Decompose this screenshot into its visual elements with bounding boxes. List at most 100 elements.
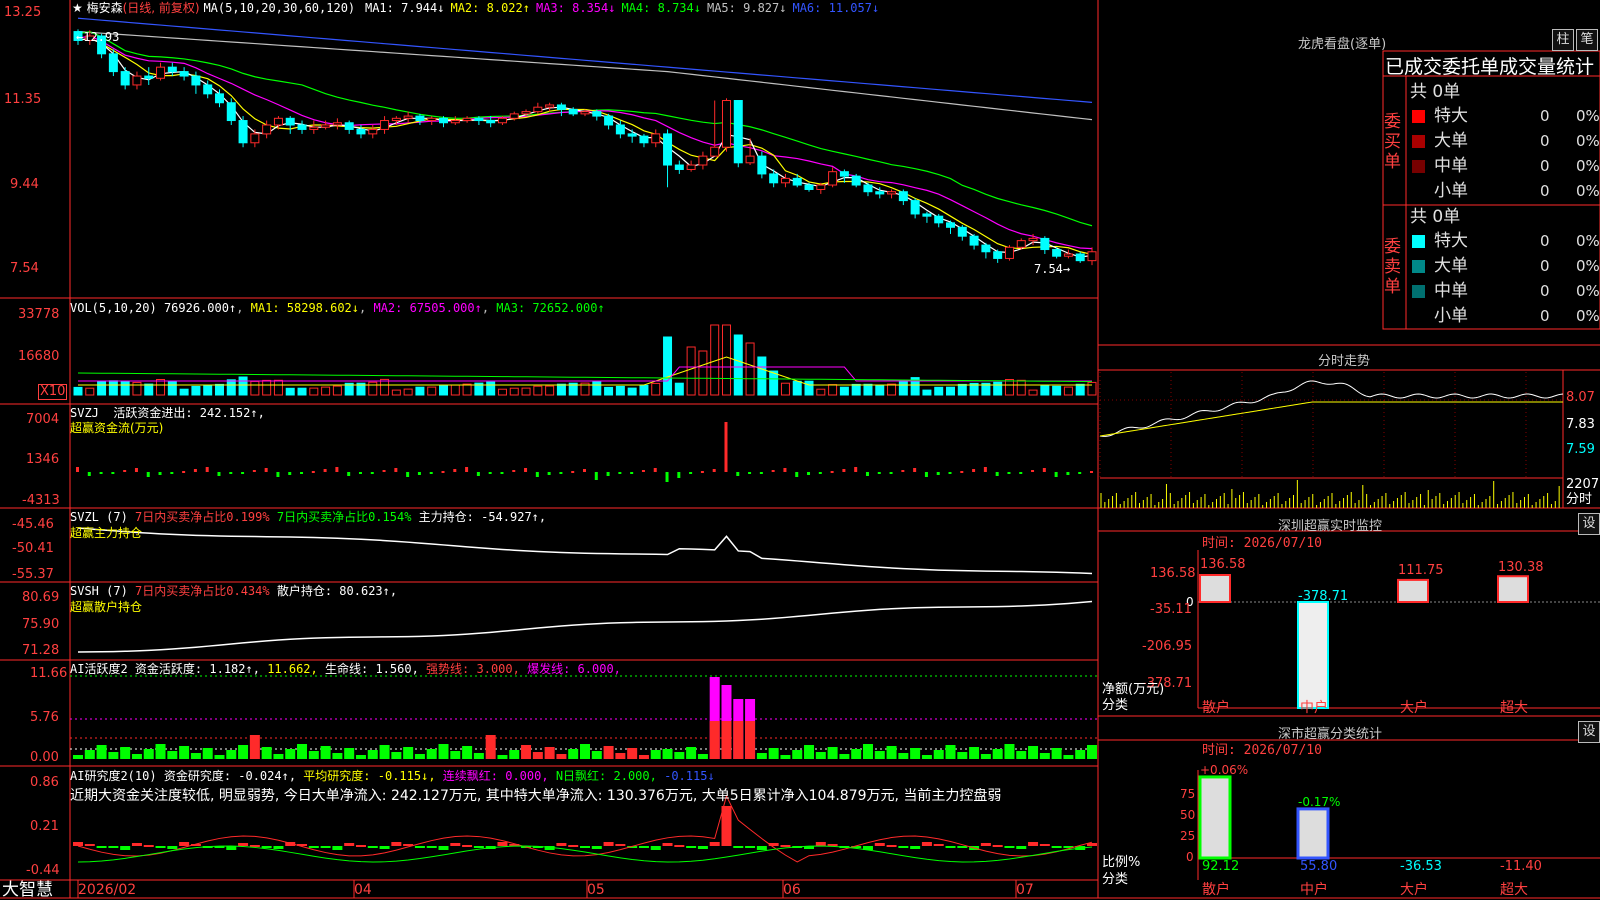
chart-canvas[interactable] bbox=[0, 0, 1600, 900]
svzj-bar-68 bbox=[877, 472, 881, 474]
ai2-bar-14 bbox=[238, 843, 249, 846]
period-label[interactable]: (日线, 前复权) bbox=[123, 1, 200, 15]
svzj-bar-12 bbox=[217, 472, 221, 476]
candle-body-86 bbox=[1087, 251, 1097, 262]
ai1-bar-31 bbox=[438, 744, 449, 759]
vol-bar-49 bbox=[651, 382, 661, 396]
vol-bar-57 bbox=[745, 342, 755, 396]
vol-header: VOL(5,10,20) 76926.000↑, MA1: 58298.602↓… bbox=[70, 301, 605, 315]
ai1-tick-2: 0.00 bbox=[30, 750, 59, 765]
sz-settings-button[interactable]: 设 bbox=[1578, 513, 1600, 535]
svzl-header: SVZL (7) 7日内买卖净占比0.199% 7日内买卖净占比0.154% 主… bbox=[70, 510, 547, 524]
candle-body-39 bbox=[533, 106, 543, 113]
svzj-bar-59 bbox=[771, 470, 775, 472]
svzj-bar-9 bbox=[182, 471, 186, 473]
tick-mode-button[interactable]: 笔 bbox=[1576, 29, 1598, 51]
ai1-bar-62 bbox=[804, 745, 815, 759]
vol-bar-3 bbox=[108, 380, 118, 396]
brand-logo[interactable]: 大智慧 bbox=[2, 880, 53, 900]
candle-body-50 bbox=[663, 133, 673, 166]
candle-body-55 bbox=[721, 100, 731, 148]
ai1-bar-4 bbox=[120, 747, 131, 759]
ai2-bar-20 bbox=[308, 846, 319, 848]
ai1-bar-19 bbox=[297, 744, 308, 759]
svzj-bar-61 bbox=[795, 472, 799, 477]
svzj-bar-38 bbox=[524, 468, 528, 472]
ss-time: 时间: 2026/07/10 bbox=[1202, 743, 1322, 758]
ai2-bar-78 bbox=[992, 845, 1003, 847]
ai1-bar-78 bbox=[992, 749, 1003, 759]
ai2-bar-31 bbox=[438, 846, 449, 850]
date-tick-0: 2026/02 bbox=[78, 882, 137, 898]
ai2-tick-0: 0.86 bbox=[30, 775, 59, 790]
sz-bar-1 bbox=[1297, 601, 1329, 709]
ai1-bar-69 bbox=[886, 746, 897, 759]
candle-body-85 bbox=[1075, 253, 1085, 262]
buy_rows-swatch-1 bbox=[1412, 135, 1425, 148]
ai1-bar-49 bbox=[650, 750, 661, 759]
vol-bar-35 bbox=[486, 381, 496, 396]
sell_rows-count-1: 0 bbox=[1540, 257, 1550, 275]
vol-bar-8 bbox=[167, 380, 177, 396]
ai1-bar-30 bbox=[426, 749, 437, 759]
ma-value-6: MA6: 11.057↓ bbox=[792, 1, 880, 15]
svzj-bar-78 bbox=[995, 472, 999, 476]
candle-body-73 bbox=[934, 215, 944, 224]
ai1-bar-48 bbox=[638, 755, 649, 759]
fs-price-line bbox=[1099, 380, 1564, 437]
ai1-bar-13 bbox=[226, 750, 237, 759]
candle-body-9 bbox=[179, 71, 189, 77]
sz-tick-0: 136.58 bbox=[1150, 566, 1196, 581]
candle-body-40 bbox=[545, 104, 555, 108]
stock-name[interactable]: 梅安森 bbox=[87, 1, 123, 15]
ai1-bar-72 bbox=[921, 755, 932, 759]
ai2-bar-5 bbox=[131, 843, 142, 846]
svzj-bar-19 bbox=[300, 472, 304, 474]
candle-body-57 bbox=[745, 155, 755, 164]
vol-bar-68 bbox=[875, 384, 885, 396]
ai1-bar-46 bbox=[615, 753, 626, 759]
ai2-bar-64 bbox=[827, 844, 838, 846]
ai2-bar-7 bbox=[155, 846, 166, 848]
vol-tick-0: 33778 bbox=[18, 307, 60, 322]
candle-body-81 bbox=[1028, 237, 1038, 242]
ai1-bar-22 bbox=[332, 753, 343, 759]
ai1-tick-1: 5.76 bbox=[30, 710, 59, 725]
ai2-bar-77 bbox=[980, 843, 991, 846]
ma-value-1: MA1: 7.944↓ bbox=[364, 1, 445, 15]
candle-body-48 bbox=[639, 135, 649, 144]
candle-body-11 bbox=[203, 84, 213, 95]
vol-bar-29 bbox=[415, 386, 425, 396]
ma-value-3: MA3: 8.354↓ bbox=[535, 1, 616, 15]
ai1-bar-23 bbox=[344, 748, 355, 759]
ai2-bar-57 bbox=[745, 846, 756, 848]
candle-body-37 bbox=[509, 113, 519, 119]
ai2-bar-81 bbox=[1028, 842, 1039, 846]
stats-tabs[interactable]: 已成交委托单成交量统计 bbox=[1385, 56, 1600, 78]
ai1-bar-34 bbox=[473, 753, 484, 759]
candle-body-64 bbox=[828, 171, 838, 186]
svzj-bar-51 bbox=[677, 472, 681, 478]
vol-bar-73 bbox=[934, 386, 944, 396]
candle-body-31 bbox=[439, 117, 449, 124]
vol-bar-55 bbox=[721, 324, 731, 396]
ai1-bar-14 bbox=[238, 745, 249, 759]
svsh-tick-0: 80.69 bbox=[22, 590, 60, 605]
ai2-bar-2 bbox=[96, 846, 107, 848]
ai1-bar-12 bbox=[214, 755, 225, 759]
ss-settings-button[interactable]: 设 bbox=[1578, 721, 1600, 743]
candle-body-82 bbox=[1040, 237, 1050, 251]
bar-mode-button[interactable]: 柱 bbox=[1552, 29, 1574, 51]
ss-tick-3: 0 bbox=[1186, 850, 1194, 864]
svzj-bar-69 bbox=[889, 472, 893, 474]
svzj-bar-0 bbox=[76, 467, 79, 472]
vol-bar-81 bbox=[1028, 389, 1038, 396]
ai2-bar-75 bbox=[957, 846, 968, 848]
ai1-bar-11 bbox=[202, 748, 213, 759]
ai2-bar-83 bbox=[1051, 846, 1062, 848]
price-tick-1: 11.35 bbox=[4, 92, 42, 107]
svzj-bar-63 bbox=[818, 472, 822, 474]
buy_rows-name-0: 特大 bbox=[1434, 106, 1468, 126]
svzj-bar-13 bbox=[229, 472, 233, 474]
ai1-bar-red-54 bbox=[709, 721, 720, 759]
